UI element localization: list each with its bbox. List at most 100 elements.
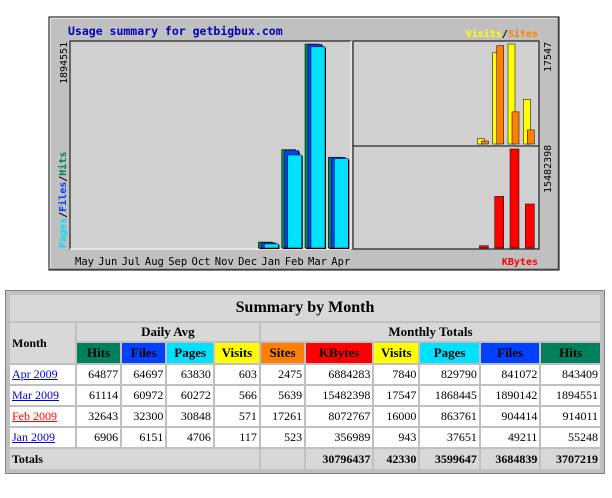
month-label-may: May xyxy=(75,256,94,268)
col-header-monthly-files: Files xyxy=(480,343,540,363)
cell-monthly-sites: 523 xyxy=(260,428,305,447)
data-rows: Apr 2009 64877 64697 63830 603 2475 6884283 784… xyxy=(10,365,600,447)
month-link[interactable]: Feb 2009 xyxy=(12,409,57,423)
cell-daily-pages: 4706 xyxy=(167,428,213,447)
cell-daily-hits: 32643 xyxy=(76,407,121,426)
cell-monthly-pages: 863761 xyxy=(420,407,479,426)
month-label-jan: Jan xyxy=(261,256,280,268)
cell-daily-visits: 117 xyxy=(214,428,259,447)
cell-daily-files: 32300 xyxy=(122,407,166,426)
cell-daily-visits: 603 xyxy=(214,365,259,384)
summary-table: Summary by Month Month Daily Avg Monthly… xyxy=(5,290,605,474)
cell-monthly-files: 904414 xyxy=(480,407,540,426)
cell-monthly-visits: 7840 xyxy=(374,365,419,384)
month-header: Month xyxy=(10,323,75,363)
total-placeholder xyxy=(260,449,305,469)
right-bottom-axis-max: 15482398 xyxy=(543,145,554,193)
total-kbytes: 30796437 xyxy=(306,449,373,469)
column-header-row: Hits Files Pages Visits Sites KBytes Visits Pag… xyxy=(10,343,600,363)
cell-daily-hits: 61114 xyxy=(76,386,121,405)
cell-daily-files: 6151 xyxy=(122,428,166,447)
cell-monthly-kbytes: 6884283 xyxy=(306,365,373,384)
cell-monthly-kbytes: 356989 xyxy=(306,428,373,447)
col-header-daily-hits: Hits xyxy=(76,343,121,363)
cell-monthly-hits: 843409 xyxy=(541,365,600,384)
table-row: Apr 2009 64877 64697 63830 603 2475 6884283 784… xyxy=(10,365,600,384)
legend-pages: Pages xyxy=(58,218,69,248)
col-header-monthly-sites: Sites xyxy=(260,343,305,363)
bar-kbytes-jan xyxy=(479,245,489,249)
cell-monthly-visits: 16000 xyxy=(374,407,419,426)
month-label-jun: Jun xyxy=(98,256,117,268)
cell-monthly-files: 49211 xyxy=(480,428,540,447)
cell-daily-visits: 571 xyxy=(214,407,259,426)
monthly-totals-header: Monthly Totals xyxy=(260,323,600,341)
cell-daily-files: 64697 xyxy=(122,365,166,384)
cell-daily-files: 60972 xyxy=(122,386,166,405)
month-cell: Apr 2009 xyxy=(10,365,75,384)
bar-sites-apr xyxy=(527,129,535,145)
month-cell: Feb 2009 xyxy=(10,407,75,426)
month-label-nov: Nov xyxy=(215,256,234,268)
left-legend: Pages/Files/Hits xyxy=(57,152,69,248)
table-row: Mar 2009 61114 60972 60272 566 5639 15482398 17… xyxy=(10,386,600,405)
graph-title: Usage summary for getbigbux.com xyxy=(68,24,283,38)
total-hits: 3707219 xyxy=(541,449,600,469)
bar-sites-feb xyxy=(496,45,504,145)
legend-visits: Visits xyxy=(466,28,502,40)
bar-kbytes-mar xyxy=(509,148,520,249)
legend-files: Files xyxy=(57,182,69,212)
cell-monthly-pages: 1868445 xyxy=(420,386,479,405)
legend-kbytes: KBytes xyxy=(502,257,538,268)
month-link[interactable]: Mar 2009 xyxy=(12,388,59,402)
cell-daily-pages: 30848 xyxy=(167,407,213,426)
month-label-apr: Apr xyxy=(331,256,350,268)
cell-monthly-visits: 943 xyxy=(374,428,419,447)
cell-monthly-hits: 1894551 xyxy=(541,386,600,405)
summary-table-wrap: Summary by Month Month Daily Avg Monthly… xyxy=(5,290,605,474)
month-cell: Jan 2009 xyxy=(10,428,75,447)
table-row: Feb 2009 32643 32300 30848 571 17261 8072767 16… xyxy=(10,407,600,426)
cell-monthly-files: 841072 xyxy=(480,365,540,384)
bar-kbytes-feb xyxy=(494,196,504,249)
total-files: 3684839 xyxy=(480,449,540,469)
legend-sites: Sites xyxy=(508,28,538,40)
cell-daily-visits: 566 xyxy=(214,386,259,405)
legend-hits: Hits xyxy=(57,152,69,176)
col-header-daily-pages: Pages xyxy=(167,343,213,363)
bar-pages-feb xyxy=(287,154,302,249)
cell-monthly-sites: 5639 xyxy=(260,386,305,405)
month-link[interactable]: Apr 2009 xyxy=(12,367,58,381)
bar-sites-jan xyxy=(481,140,489,145)
cell-monthly-pages: 829790 xyxy=(420,365,479,384)
month-label-jul: Jul xyxy=(122,256,141,268)
month-link[interactable]: Jan 2009 xyxy=(12,430,55,444)
bar-pages-jan xyxy=(264,243,279,249)
total-pages: 3599647 xyxy=(420,449,479,469)
table-row: Jan 2009 6906 6151 4706 117 523 356989 943 37651… xyxy=(10,428,600,447)
right-top-axis-max: 17547 xyxy=(543,42,554,72)
bar-pages-apr xyxy=(334,158,349,249)
summary-title: Summary by Month xyxy=(10,295,600,321)
month-label-dec: Dec xyxy=(238,256,257,268)
cell-monthly-sites: 17261 xyxy=(260,407,305,426)
cell-monthly-visits: 17547 xyxy=(374,386,419,405)
col-header-monthly-hits: Hits xyxy=(541,343,600,363)
usage-graph: Usage summary for getbigbux.com 1894551 … xyxy=(48,16,560,271)
col-header-monthly-pages: Pages xyxy=(420,343,479,363)
month-label-feb: Feb xyxy=(285,256,304,268)
col-header-monthly-visits: Visits xyxy=(374,343,419,363)
bar-sites-mar xyxy=(511,111,520,145)
month-label-aug: Aug xyxy=(145,256,164,268)
cell-monthly-kbytes: 8072767 xyxy=(306,407,373,426)
cell-monthly-kbytes: 15482398 xyxy=(306,386,373,405)
top-right-legend: Visits/Sites xyxy=(466,28,538,40)
cell-monthly-pages: 37651 xyxy=(420,428,479,447)
month-label-mar: Mar xyxy=(308,256,327,268)
totals-row: Totals 30796437 42330 3599647 3684839 37… xyxy=(10,449,600,469)
cell-daily-pages: 60272 xyxy=(167,386,213,405)
col-header-daily-visits: Visits xyxy=(214,343,259,363)
cell-monthly-files: 1890142 xyxy=(480,386,540,405)
month-label-oct: Oct xyxy=(192,256,211,268)
left-axis-max: 1894551 xyxy=(59,42,70,84)
